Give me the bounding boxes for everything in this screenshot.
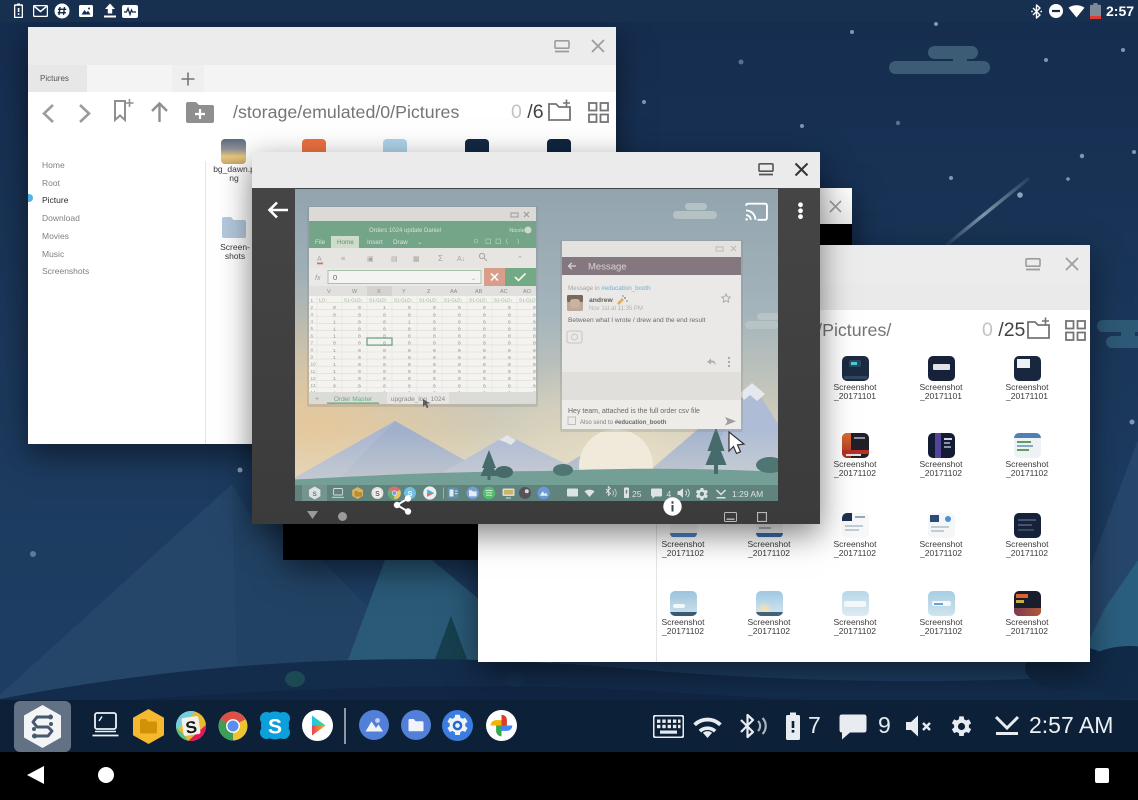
- svg-text:S: S: [268, 716, 282, 739]
